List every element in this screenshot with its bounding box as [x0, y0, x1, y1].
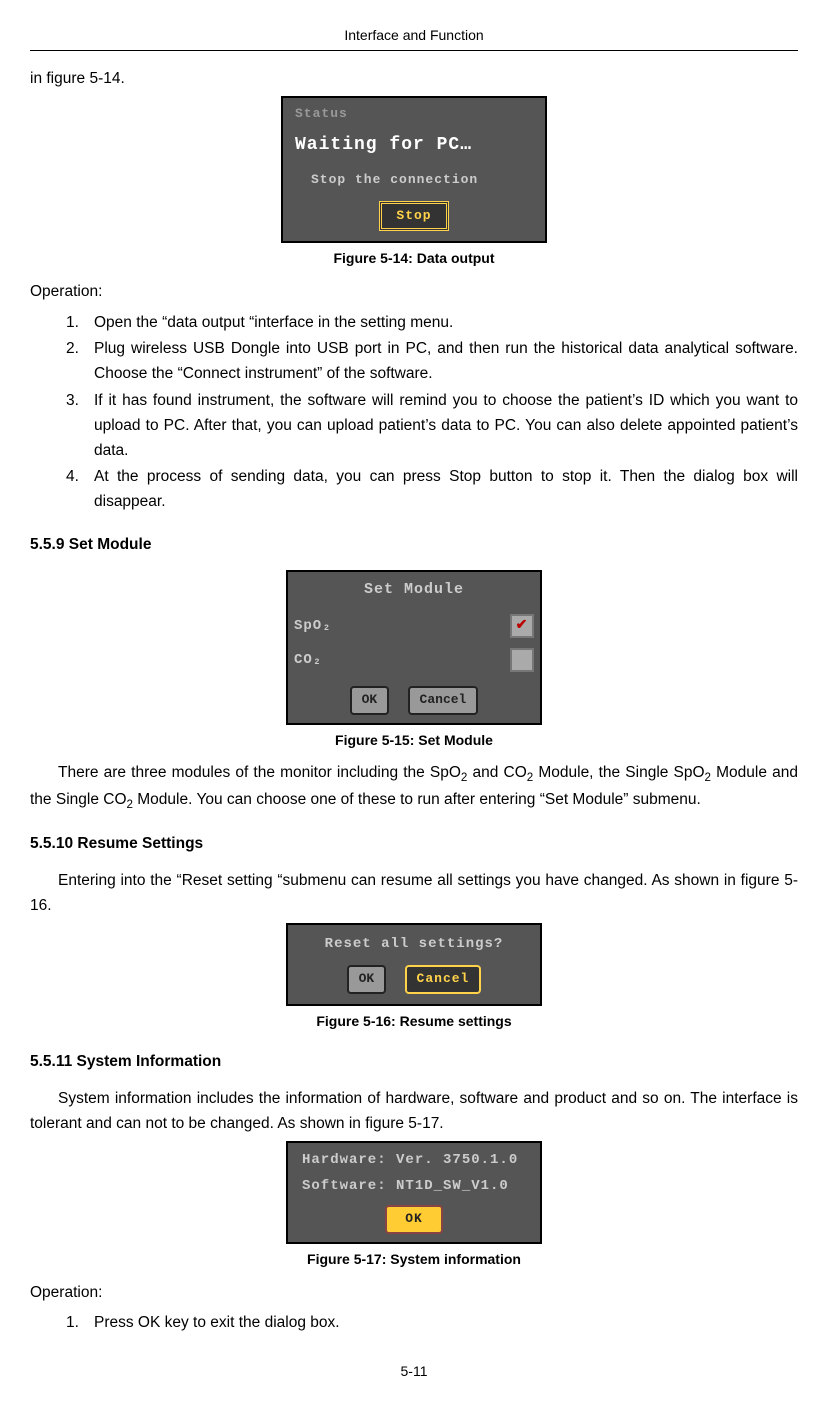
list-text: At the process of sending data, you can …	[94, 465, 798, 515]
list-item: 2.Plug wireless USB Dongle into USB port…	[66, 337, 798, 387]
page-header: Interface and Function	[30, 24, 798, 51]
para-5510: Entering into the “Reset setting “submen…	[30, 869, 798, 919]
list-item: 1.Open the “data output “interface in th…	[66, 311, 798, 336]
software-line: Software: NT1D_SW_V1.0	[296, 1173, 532, 1199]
section-5-5-10: 5.5.10 Resume Settings	[30, 832, 798, 857]
list-text: Plug wireless USB Dongle into USB port i…	[94, 337, 798, 387]
co2-label: CO₂	[294, 649, 510, 671]
list-item: 3.If it has found instrument, the softwa…	[66, 389, 798, 463]
figure-5-17-caption: Figure 5-17: System information	[30, 1248, 798, 1270]
figure-5-17: Hardware: Ver. 3750.1.0 Software: NT1D_S…	[30, 1141, 798, 1245]
list-num: 1.	[66, 1311, 94, 1336]
operation-label-2: Operation:	[30, 1281, 798, 1306]
co2-checkbox[interactable]	[510, 648, 534, 672]
spo2-label: SpO₂	[294, 615, 510, 637]
cancel-button[interactable]: Cancel	[408, 686, 479, 715]
set-module-title: Set Module	[288, 572, 540, 610]
para-559: There are three modules of the monitor i…	[30, 761, 798, 814]
operation-list-2: 1.Press OK key to exit the dialog box.	[30, 1311, 798, 1336]
page-number: 5-11	[30, 1360, 798, 1382]
para-5511: System information includes the informat…	[30, 1087, 798, 1137]
ok-button[interactable]: OK	[350, 686, 390, 715]
intro-line: in figure 5-14.	[30, 67, 798, 92]
hardware-line: Hardware: Ver. 3750.1.0	[296, 1147, 532, 1173]
list-num: 3.	[66, 389, 94, 463]
figure-5-15-caption: Figure 5-15: Set Module	[30, 729, 798, 751]
spo2-checkbox[interactable]: ✔	[510, 614, 534, 638]
list-text: Open the “data output “interface in the …	[94, 311, 798, 336]
stop-button[interactable]: Stop	[379, 201, 448, 232]
list-text: If it has found instrument, the software…	[94, 389, 798, 463]
figure-5-14-caption: Figure 5-14: Data output	[30, 247, 798, 269]
t: and CO	[467, 764, 526, 781]
list-num: 2.	[66, 337, 94, 387]
status-label: Status	[295, 104, 537, 125]
figure-5-14: Status Waiting for PC… Stop the connecti…	[30, 96, 798, 243]
waiting-text: Waiting for PC…	[295, 131, 537, 160]
section-5-5-11: 5.5.11 System Information	[30, 1050, 798, 1075]
t: Module, the Single SpO	[533, 764, 704, 781]
t: There are three modules of the monitor i…	[58, 764, 461, 781]
figure-5-15: Set Module SpO₂ ✔ CO₂ OK Cancel	[30, 570, 798, 725]
list-num: 4.	[66, 465, 94, 515]
figure-5-16-caption: Figure 5-16: Resume settings	[30, 1010, 798, 1032]
list-text: Press OK key to exit the dialog box.	[94, 1311, 798, 1336]
list-item: 4.At the process of sending data, you ca…	[66, 465, 798, 515]
list-item: 1.Press OK key to exit the dialog box.	[66, 1311, 798, 1336]
list-num: 1.	[66, 311, 94, 336]
ok-button[interactable]: OK	[347, 965, 387, 994]
section-5-5-9: 5.5.9 Set Module	[30, 533, 798, 558]
cancel-button[interactable]: Cancel	[405, 965, 482, 994]
reset-question: Reset all settings?	[288, 925, 540, 961]
operation-list-1: 1.Open the “data output “interface in th…	[30, 311, 798, 515]
operation-label-1: Operation:	[30, 280, 798, 305]
figure-5-16: Reset all settings? OK Cancel	[30, 923, 798, 1006]
t: Module. You can choose one of these to r…	[133, 791, 701, 808]
ok-button[interactable]: OK	[385, 1205, 443, 1234]
stop-connection-text: Stop the connection	[311, 170, 537, 191]
